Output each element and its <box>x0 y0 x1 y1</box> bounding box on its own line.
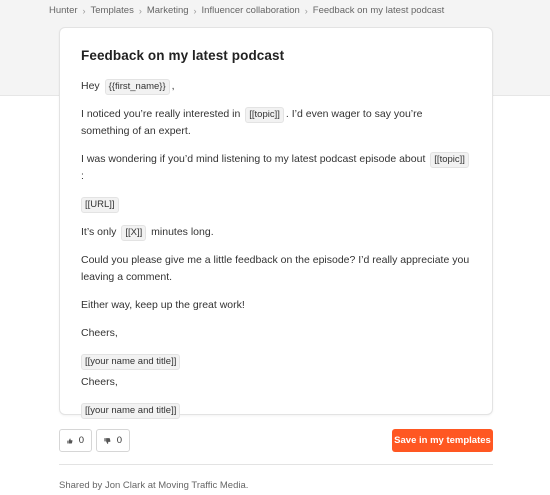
template-title: Feedback on my latest podcast <box>81 48 285 63</box>
paragraph-text: It’s only <box>81 226 117 238</box>
paragraph-url: [[URL]] <box>81 196 471 213</box>
shared-by-text: Shared by Jon Clark at Moving Traffic Me… <box>59 480 249 491</box>
greeting-comma: , <box>171 80 175 92</box>
variable-url: [[URL]] <box>81 197 119 213</box>
signature-1-paragraph: [[your name and title]] <box>81 353 471 370</box>
upvote-button[interactable]: 0 <box>59 429 92 452</box>
paragraph-text: : <box>81 170 84 182</box>
paragraph-feedback: Could you please give me a little feedba… <box>81 254 470 283</box>
thumbs-down-icon <box>104 437 111 444</box>
variable-x: [[X]] <box>121 225 147 241</box>
paragraph-text: I was wondering if you’d mind listening … <box>81 153 426 165</box>
template-actions: 0 0 Save in my templates <box>59 429 493 452</box>
template-card: Feedback on my latest podcast Hey {{firs… <box>59 27 493 419</box>
save-in-my-templates-button[interactable]: Save in my templates <box>392 429 493 452</box>
greeting-text: Hey <box>81 80 100 92</box>
paragraph-request: I was wondering if you’d mind listening … <box>81 151 471 185</box>
chevron-right-icon: › <box>138 5 142 16</box>
breadcrumb: Hunter › Templates › Marketing › Influen… <box>49 5 444 16</box>
variable-signature: [[your name and title]] <box>81 354 181 370</box>
variable-first-name: {{first_name}} <box>104 79 170 95</box>
breadcrumb-current: Feedback on my latest podcast <box>312 5 445 16</box>
downvote-count: 0 <box>116 435 122 446</box>
chevron-right-icon: › <box>193 5 197 16</box>
breadcrumb-marketing[interactable]: Marketing <box>147 5 189 16</box>
signoff-1: Cheers, <box>81 327 118 339</box>
chevron-right-icon: › <box>82 5 86 16</box>
breadcrumb-influencer-collaboration[interactable]: Influencer collaboration <box>202 5 300 16</box>
paragraph-closing: Either way, keep up the great work! <box>81 299 245 311</box>
downvote-button[interactable]: 0 <box>96 429 130 452</box>
variable-topic: [[topic]] <box>245 107 284 123</box>
greeting-paragraph: Hey {{first_name}}, <box>81 78 471 95</box>
signoff-2: Cheers, <box>81 376 118 388</box>
chevron-right-icon: › <box>304 5 308 16</box>
signature-2-paragraph: [[your name and title]] <box>81 402 471 419</box>
paragraph-text: minutes long. <box>151 226 214 238</box>
breadcrumb-hunter[interactable]: Hunter <box>49 5 78 16</box>
divider <box>59 464 493 465</box>
paragraph-length: It’s only [[X]] minutes long. <box>81 224 471 241</box>
paragraph-interest: I noticed you’re really interested in [[… <box>81 106 471 140</box>
template-body: Hey {{first_name}}, I noticed you’re rea… <box>81 78 471 419</box>
upvote-count: 0 <box>78 435 84 446</box>
thumbs-up-icon <box>67 438 73 443</box>
breadcrumb-templates[interactable]: Templates <box>91 5 134 16</box>
variable-signature: [[your name and title]] <box>81 403 181 419</box>
variable-topic: [[topic]] <box>430 152 469 168</box>
paragraph-text: I noticed you’re really interested in <box>81 108 241 120</box>
